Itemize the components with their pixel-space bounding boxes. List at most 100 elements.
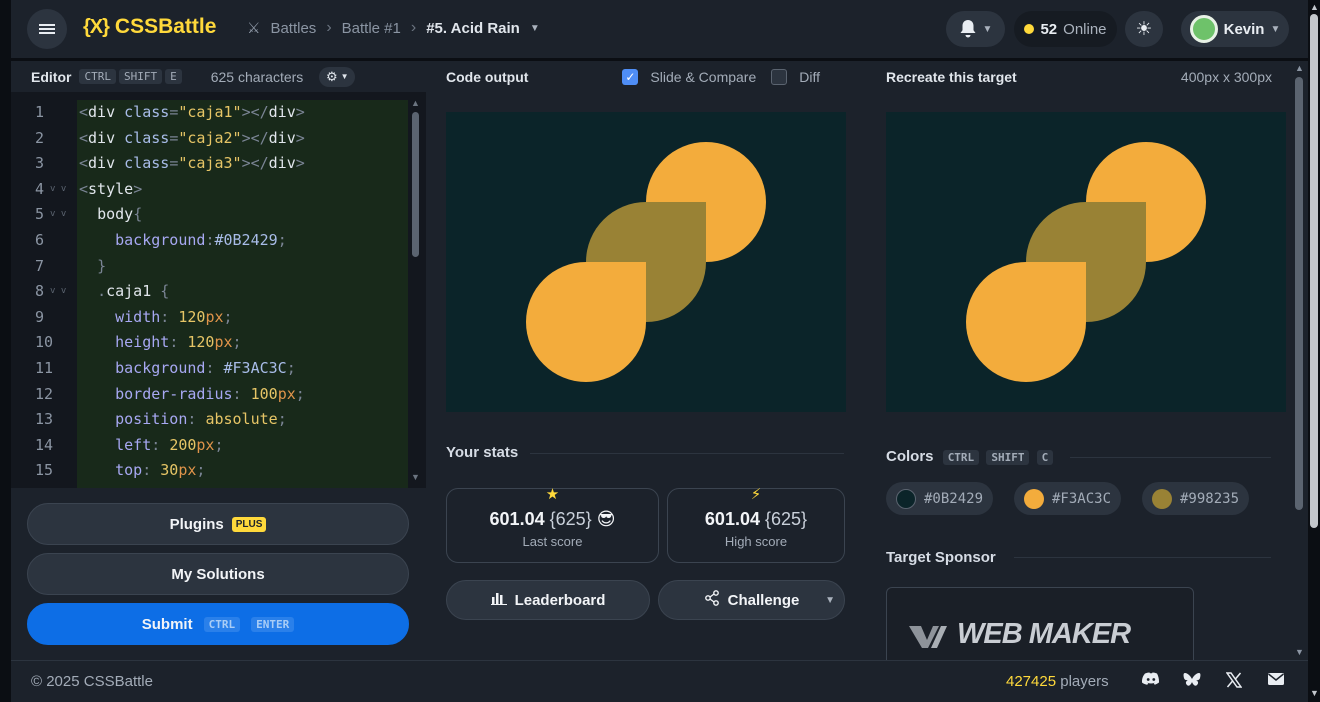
my-solutions-button[interactable]: My Solutions bbox=[27, 553, 409, 595]
diff-checkbox[interactable] bbox=[771, 68, 788, 85]
code-line: width: 120px; bbox=[115, 307, 233, 326]
logo[interactable]: {X} CSSBattle bbox=[83, 15, 216, 39]
output-shape-drop-orange bbox=[526, 262, 646, 382]
high-score-label: High score bbox=[724, 534, 788, 549]
color-hex: #998235 bbox=[1180, 490, 1240, 507]
plugins-button[interactable]: Plugins PLUS bbox=[27, 503, 409, 545]
breadcrumb: ⚔ Battles › Battle #1 › #5. Acid Rain ▼ bbox=[247, 19, 540, 37]
code-line: <div class="caja2"></div> bbox=[79, 128, 305, 147]
menu-button[interactable] bbox=[27, 9, 67, 49]
color-swatch[interactable]: #998235 bbox=[1142, 482, 1250, 515]
x-icon[interactable] bbox=[1224, 672, 1244, 692]
chevron-down-icon[interactable]: ▼ bbox=[825, 595, 835, 606]
hamburger-icon bbox=[39, 22, 55, 36]
scroll-down-icon[interactable]: ▼ bbox=[1310, 688, 1319, 698]
breadcrumb-battle[interactable]: Battle #1 bbox=[342, 20, 401, 37]
stats-title: Your stats bbox=[446, 444, 519, 461]
line-number: 6 bbox=[35, 230, 45, 249]
kbd-key: CTRL bbox=[942, 450, 980, 465]
user-menu[interactable]: Kevin ▼ bbox=[1181, 11, 1289, 47]
kbd-key: CTRL bbox=[203, 616, 241, 632]
submit-label: Submit bbox=[141, 615, 193, 633]
copyright: © 2025 CSSBattle bbox=[31, 673, 153, 690]
scrollbar-thumb[interactable] bbox=[1295, 77, 1303, 510]
scroll-down-icon[interactable]: ▼ bbox=[411, 472, 420, 482]
editor-actions: Plugins PLUS My Solutions Submit CTRL EN… bbox=[11, 488, 426, 660]
color-swatch[interactable]: #F3AC3C bbox=[1014, 482, 1122, 515]
scrollbar-thumb[interactable] bbox=[1310, 14, 1318, 528]
line-number: 15 bbox=[35, 461, 54, 480]
output-panel: Code output ✓ Slide & Compare Diff Your … bbox=[426, 61, 866, 660]
editor-scrollbar[interactable]: ▲ ▼ bbox=[409, 98, 422, 484]
slide-compare-option[interactable]: ✓ Slide & Compare bbox=[622, 68, 757, 85]
slide-compare-checkbox[interactable]: ✓ bbox=[622, 68, 639, 85]
challenge-button[interactable]: Challenge ▼ bbox=[658, 580, 845, 620]
target-image[interactable] bbox=[886, 112, 1286, 412]
code-line: left: 200px; bbox=[115, 435, 224, 454]
code-editor[interactable]: 1 2 3 4v v 5v v 6 7 8v v 9 10 11 12 13 1… bbox=[11, 92, 426, 488]
divider bbox=[1070, 457, 1271, 458]
editor-settings-button[interactable]: ⚙ ▼ bbox=[319, 66, 356, 87]
sponsor-card[interactable]: WEB MAKER bbox=[886, 587, 1194, 667]
scroll-up-icon[interactable]: ▲ bbox=[1310, 2, 1319, 12]
swords-icon: ⚔ bbox=[247, 20, 261, 37]
code-line: <style> bbox=[79, 179, 143, 198]
theme-toggle[interactable]: ☀ bbox=[1125, 11, 1163, 47]
high-score-card: ⚡ 601.04 {625} High score bbox=[667, 486, 845, 563]
fold-icon[interactable]: v v bbox=[50, 177, 66, 203]
chevron-down-icon: ▼ bbox=[340, 72, 349, 81]
scroll-up-icon[interactable]: ▲ bbox=[411, 98, 420, 108]
color-swatch[interactable]: #0B2429 bbox=[886, 482, 994, 515]
line-number: 3 bbox=[35, 154, 45, 173]
target-title: Recreate this target bbox=[886, 68, 1017, 85]
window-scrollbar[interactable]: ▲ ▼ bbox=[1308, 0, 1320, 702]
players-count: 427425 players bbox=[1006, 673, 1109, 690]
code-line: background: #F3AC3C; bbox=[115, 358, 296, 377]
code-output-preview[interactable] bbox=[446, 112, 846, 412]
line-number: 12 bbox=[35, 384, 54, 403]
leaderboard-button[interactable]: Leaderboard bbox=[446, 580, 650, 620]
chevron-down-icon: ▼ bbox=[1270, 23, 1281, 35]
sponsor-name: WEB MAKER bbox=[957, 618, 1131, 650]
scroll-up-icon[interactable]: ▲ bbox=[1295, 63, 1304, 73]
line-number: 9 bbox=[35, 307, 45, 326]
cool-face-icon: 😎 bbox=[596, 509, 616, 529]
breadcrumb-current[interactable]: #5. Acid Rain bbox=[426, 20, 520, 37]
discord-icon[interactable] bbox=[1141, 672, 1161, 692]
diff-label: Diff bbox=[799, 68, 820, 85]
last-score-label: Last score bbox=[522, 534, 583, 549]
fold-icon[interactable]: v v bbox=[50, 279, 66, 305]
online-count: 52 bbox=[1040, 20, 1058, 38]
notifications-button[interactable]: ▼ bbox=[946, 11, 1005, 47]
kbd-key: CTRL bbox=[79, 69, 116, 84]
code-line: background:#0B2429; bbox=[115, 230, 287, 249]
code-line: position: absolute; bbox=[115, 410, 287, 429]
breadcrumb-battles[interactable]: Battles bbox=[270, 20, 316, 37]
butterfly-icon[interactable] bbox=[1182, 672, 1202, 692]
code-line: border-radius: 100px; bbox=[115, 384, 305, 403]
color-dot bbox=[896, 488, 916, 509]
line-number: 11 bbox=[35, 358, 54, 377]
plus-badge: PLUS bbox=[231, 516, 267, 532]
line-number: 13 bbox=[35, 410, 54, 429]
code-line: <div class="caja1"></div> bbox=[79, 103, 305, 121]
fold-icon[interactable]: v v bbox=[50, 202, 66, 228]
panel-scrollbar[interactable]: ▲ ▼ bbox=[1292, 61, 1308, 660]
scrollbar-thumb[interactable] bbox=[412, 112, 419, 257]
mail-icon[interactable] bbox=[1266, 672, 1286, 692]
scroll-down-icon[interactable]: ▼ bbox=[1295, 647, 1304, 657]
line-number: 2 bbox=[35, 128, 45, 147]
lightning-icon: ⚡ bbox=[750, 486, 762, 503]
code-line: height: 120px; bbox=[115, 333, 242, 352]
colors-title: Colors CTRL SHIFT C bbox=[886, 448, 1054, 465]
code-line: .caja1 { bbox=[97, 282, 170, 301]
color-dot bbox=[1024, 488, 1044, 509]
slide-compare-label: Slide & Compare bbox=[650, 68, 757, 85]
submit-button[interactable]: Submit CTRL ENTER bbox=[27, 603, 409, 645]
kbd-key: SHIFT bbox=[118, 69, 163, 84]
code-lines[interactable]: <div class="caja1"></div> <div class="ca… bbox=[79, 100, 305, 484]
color-hex: #0B2429 bbox=[924, 490, 984, 507]
diff-option[interactable]: Diff bbox=[771, 68, 820, 85]
share-icon bbox=[704, 590, 720, 610]
code-line: body{ bbox=[97, 205, 143, 224]
